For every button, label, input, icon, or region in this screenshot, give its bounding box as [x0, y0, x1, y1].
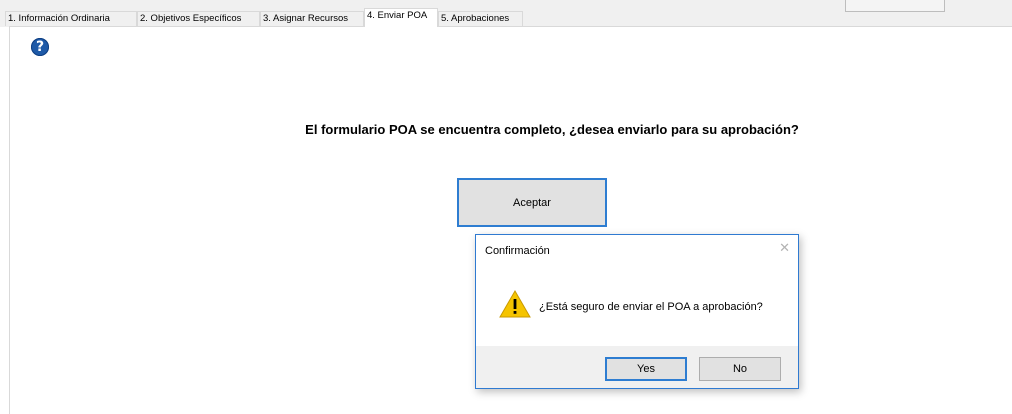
help-question-icon[interactable]: ? — [31, 38, 49, 56]
accept-button[interactable]: Aceptar — [457, 178, 607, 227]
tab-enviar-poa[interactable]: 4. Enviar POA — [364, 8, 438, 27]
dialog-message: ¿Está seguro de enviar el POA a aprobaci… — [539, 301, 763, 313]
yes-button[interactable]: Yes — [605, 357, 687, 381]
top-right-control[interactable] — [845, 0, 945, 12]
tab-asignar-recursos[interactable]: 3. Asignar Recursos — [260, 11, 364, 26]
warning-icon — [499, 290, 531, 318]
tab-strip: 1. Información Ordinaria 2. Objetivos Es… — [0, 0, 1012, 27]
no-button[interactable]: No — [699, 357, 781, 381]
tab-aprobaciones[interactable]: 5. Aprobaciones — [438, 11, 523, 26]
confirmation-question: El formulario POA se encuentra completo,… — [305, 122, 799, 137]
yes-button-label: Yes — [637, 363, 655, 375]
dialog-title: Confirmación — [485, 245, 550, 257]
tab-objetivos-especificos[interactable]: 2. Objetivos Específicos — [137, 11, 260, 26]
tab-informacion-ordinaria[interactable]: 1. Información Ordinaria — [5, 11, 137, 26]
no-button-label: No — [732, 363, 748, 375]
dialog-button-bar: Yes No — [476, 346, 798, 388]
confirmation-dialog: Confirmación ✕ ¿Está seguro de enviar el… — [475, 234, 799, 389]
close-icon[interactable]: ✕ — [779, 242, 790, 256]
accept-button-label: Aceptar — [513, 196, 551, 209]
